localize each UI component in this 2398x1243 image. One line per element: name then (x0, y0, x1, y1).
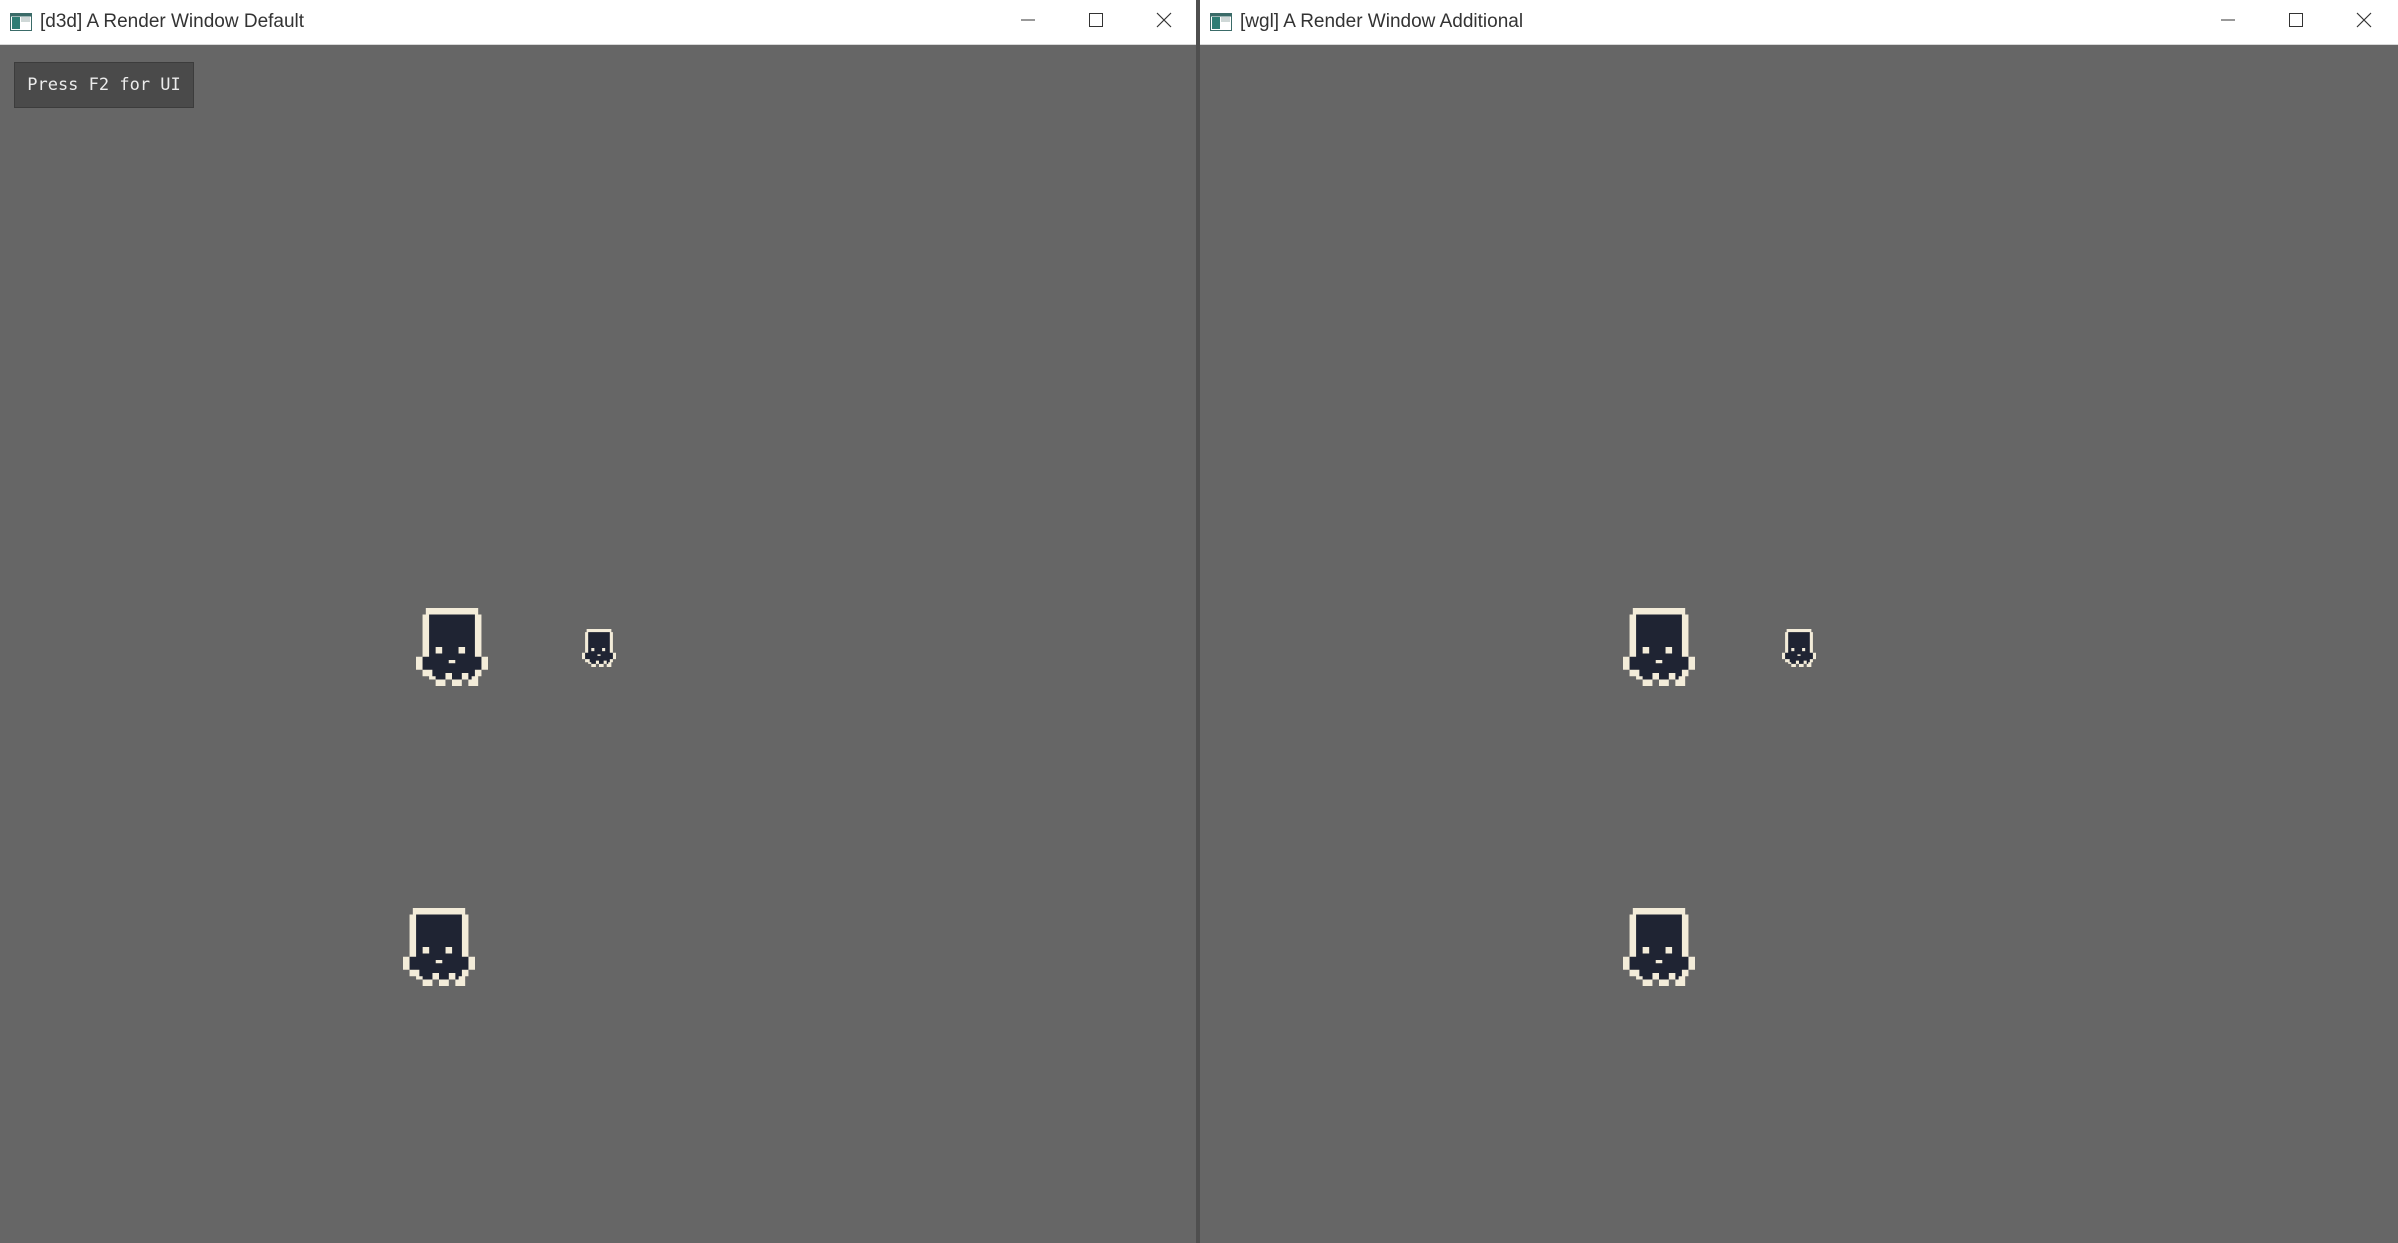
close-icon (1155, 11, 1173, 34)
minimize-button[interactable] (2194, 0, 2262, 44)
window-title: [d3d] A Render Window Default (40, 11, 305, 32)
title-bar[interactable]: [d3d] A Render Window Default (0, 0, 1198, 45)
render-viewport[interactable]: Press F2 for UI (0, 45, 1198, 1243)
f2-ui-hint: Press F2 for UI (14, 62, 194, 108)
app-window-icon (10, 13, 32, 31)
maximize-button[interactable] (2262, 0, 2330, 44)
character-sprite-small (1782, 629, 1816, 667)
character-sprite (403, 908, 475, 986)
close-button[interactable] (1130, 0, 1198, 44)
maximize-icon (2288, 12, 2304, 33)
character-sprite-small (582, 629, 616, 667)
maximize-icon (1088, 12, 1104, 33)
app-window-icon (1210, 13, 1232, 31)
character-sprite (1623, 608, 1695, 686)
character-sprite (1623, 908, 1695, 986)
minimize-button[interactable] (994, 0, 1062, 44)
title-bar[interactable]: [wgl] A Render Window Additional (1200, 0, 2398, 45)
render-window-additional: [wgl] A Render Window Additional (1200, 0, 2398, 1243)
minimize-icon (1020, 12, 1036, 33)
window-title: [wgl] A Render Window Additional (1240, 11, 1524, 32)
close-icon (2355, 11, 2373, 34)
render-viewport[interactable] (1200, 45, 2398, 1243)
close-button[interactable] (2330, 0, 2398, 44)
render-window-default: [d3d] A Render Window Default Press F2 f… (0, 0, 1198, 1243)
maximize-button[interactable] (1062, 0, 1130, 44)
minimize-icon (2220, 12, 2236, 33)
character-sprite (416, 608, 488, 686)
